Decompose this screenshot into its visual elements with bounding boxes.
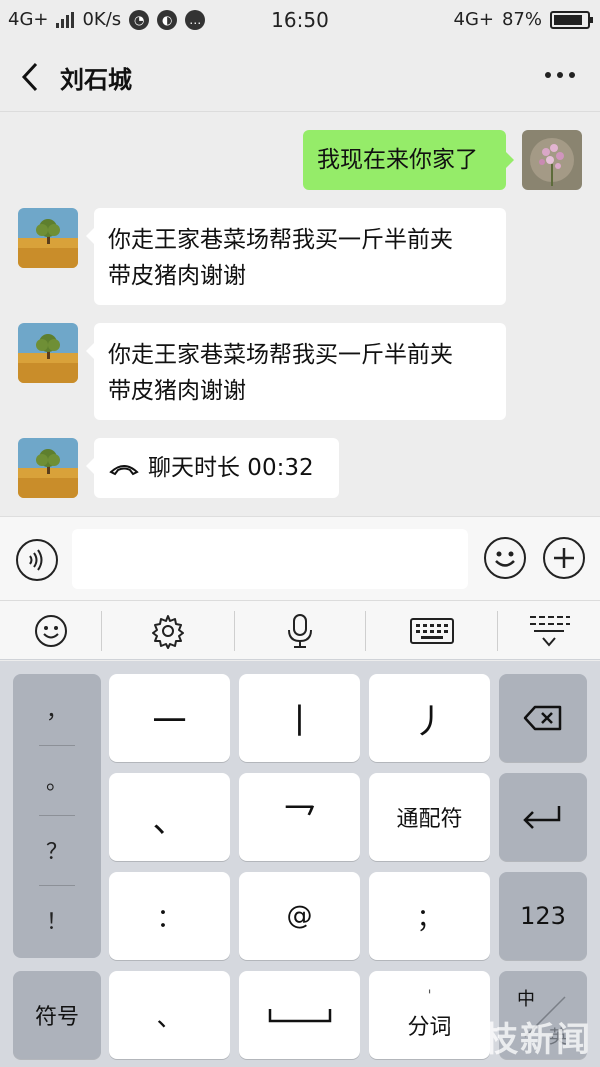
tree-avatar-icon: [18, 438, 78, 498]
key-at[interactable]: @: [239, 872, 360, 960]
kb-voice-button[interactable]: [235, 601, 365, 661]
message-bubble-in[interactable]: 你走王家巷菜场帮我买一斤半前夹 带皮猪肉谢谢: [86, 208, 506, 305]
battery-percent: 87%: [501, 9, 542, 30]
plus-icon: [554, 548, 574, 568]
key-stroke-dian[interactable]: 、: [109, 773, 230, 861]
enter-icon: [523, 806, 561, 829]
input-bar: [0, 516, 600, 600]
backspace-key[interactable]: [499, 674, 587, 762]
kb-collapse-button[interactable]: [498, 601, 600, 661]
contact-avatar[interactable]: [18, 208, 78, 268]
numeric-key[interactable]: 123: [499, 872, 587, 960]
kb-settings-button[interactable]: [102, 601, 234, 661]
keyboard-toolbar: [0, 600, 600, 660]
message-text-line: 你走王家巷菜场帮我买一斤半前夹: [108, 227, 453, 253]
space-icon: [268, 1009, 331, 1023]
key-comma[interactable]: ，: [13, 674, 101, 744]
enter-key[interactable]: [499, 773, 587, 861]
key-enumeration-comma[interactable]: 、: [109, 971, 230, 1059]
segment-label: 分词: [407, 1015, 452, 1040]
key-exclaim[interactable]: ！: [13, 885, 101, 955]
tree-avatar-icon: [18, 208, 78, 268]
phone-hangup-icon: [109, 465, 139, 476]
message-list[interactable]: 我现在来你家了 你走王家巷菜场帮我买一斤半前夹 带皮猪肉谢谢 你走王家巷菜场帮我…: [0, 112, 600, 516]
space-key[interactable]: [239, 971, 360, 1059]
kb-layout-button[interactable]: [366, 601, 497, 661]
key-wildcard[interactable]: 通配符: [369, 773, 490, 861]
message-input[interactable]: [72, 529, 468, 589]
voice-input-button[interactable]: [16, 539, 58, 581]
gear-icon: [152, 615, 184, 649]
watermark: 荔枝新闻: [448, 1020, 592, 1060]
keyboard: ， 。 ？ ！ 一 丨 丿 、 乛 通配符 ： @ ； 123 符号 、 ' 分…: [0, 661, 600, 1067]
key-semicolon[interactable]: ；: [369, 872, 490, 960]
message-text-line: 你走王家巷菜场帮我买一斤半前夹: [108, 342, 453, 368]
key-question[interactable]: ？: [13, 815, 101, 885]
punctuation-column[interactable]: ， 。 ？ ！: [13, 674, 101, 958]
kb-emoji-button[interactable]: [0, 601, 101, 661]
microphone-icon: [288, 614, 312, 648]
key-colon[interactable]: ：: [109, 872, 230, 960]
key-stroke-zhe[interactable]: 乛: [239, 773, 360, 861]
status-bar: 4G+ 0K/s ◔ ◐ … 16:50 4G+ 87%: [0, 0, 600, 42]
key-stroke-heng[interactable]: 一: [109, 674, 230, 762]
my-avatar[interactable]: [522, 130, 582, 190]
message-bubble-in[interactable]: 你走王家巷菜场帮我买一斤半前夹 带皮猪肉谢谢: [86, 323, 506, 420]
voice-icon: [29, 549, 43, 571]
emoji-button[interactable]: [484, 537, 526, 579]
tree-avatar-icon: [18, 323, 78, 383]
message-text: 我现在来你家了: [317, 147, 478, 173]
message-text-line: 带皮猪肉谢谢: [108, 378, 246, 404]
message-bubble-out[interactable]: 我现在来你家了: [303, 130, 514, 190]
more-dots-icon: [545, 72, 575, 78]
contact-avatar[interactable]: [18, 438, 78, 498]
keyboard-hide-icon: [530, 616, 570, 647]
chat-header: 刘石城: [0, 42, 600, 112]
message-text-line: 带皮猪肉谢谢: [108, 263, 246, 289]
symbols-key[interactable]: 符号: [13, 971, 101, 1059]
more-options-button[interactable]: [544, 60, 576, 97]
flower-avatar-icon: [522, 130, 582, 190]
smiley-icon: [495, 551, 515, 567]
key-period[interactable]: 。: [13, 745, 101, 815]
key-stroke-shu[interactable]: 丨: [239, 674, 360, 762]
keyboard-icon: [409, 618, 454, 644]
chevron-left-icon: [21, 62, 38, 92]
call-record-bubble[interactable]: 聊天时长 00:32: [86, 438, 339, 498]
network-indicator-right: 4G+: [453, 9, 494, 30]
more-functions-button[interactable]: [543, 537, 585, 579]
smiley-icon: [34, 615, 67, 647]
back-button[interactable]: [16, 60, 46, 94]
battery-icon: [550, 10, 593, 29]
key-stroke-pie[interactable]: 丿: [369, 674, 490, 762]
contact-name: 刘石城: [60, 66, 132, 94]
call-duration-text: 聊天时长 00:32: [148, 455, 314, 481]
backspace-icon: [523, 705, 562, 731]
segment-mark: ': [427, 988, 432, 1004]
contact-avatar[interactable]: [18, 323, 78, 383]
